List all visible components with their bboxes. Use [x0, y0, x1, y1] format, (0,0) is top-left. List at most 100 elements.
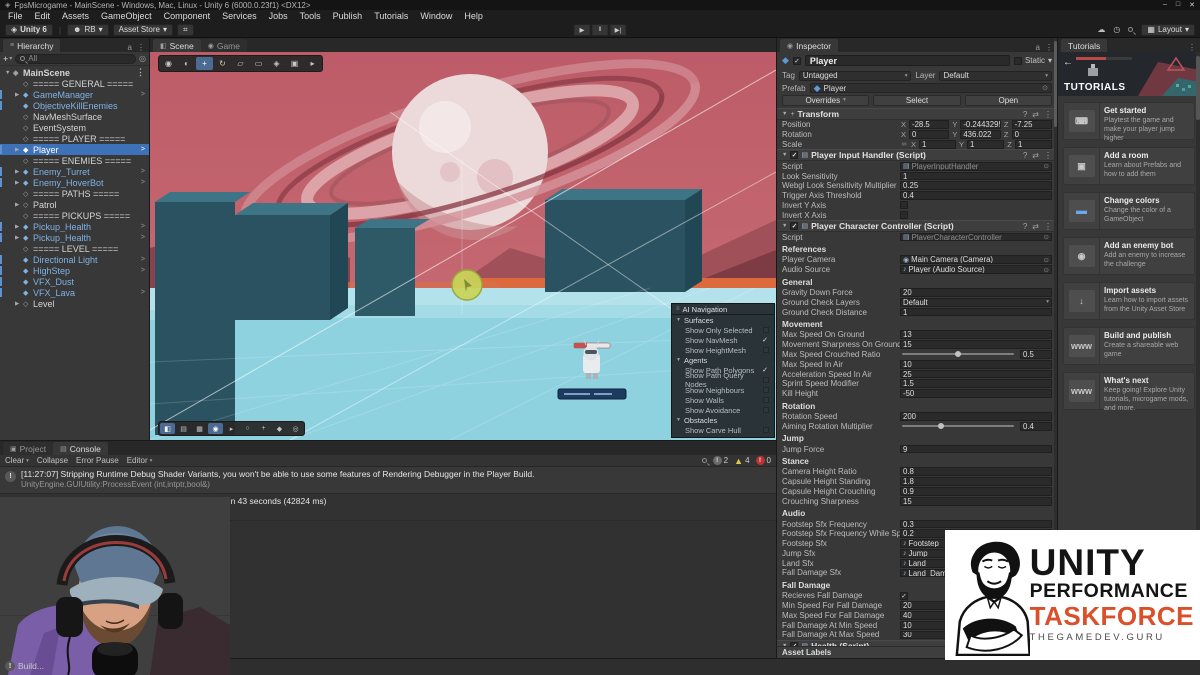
script-object-field[interactable]: ▤PlayerCharacterController⊙ [900, 233, 1052, 242]
prefab-object-field[interactable]: ◆ Player ⊙ [810, 83, 1052, 93]
view-tool-icon[interactable]: ◉ [160, 57, 177, 70]
slider-thumb[interactable] [955, 351, 961, 357]
prefab-chevron-icon[interactable]: > [141, 91, 149, 98]
checkbox-icon[interactable] [763, 427, 769, 433]
scene-visibility-icon[interactable]: ◎ [139, 54, 146, 63]
invert-y-axis-checkbox[interactable] [900, 201, 908, 209]
overlay-menu-tool-icon[interactable]: ◎ [288, 423, 303, 434]
position-z-field[interactable]: -7.25 [1012, 120, 1052, 129]
foldout-icon[interactable]: ▶ [15, 224, 23, 230]
object-picker-icon[interactable]: ⊙ [1044, 256, 1049, 264]
object-picker-icon[interactable]: ⊙ [1044, 233, 1049, 241]
footstep-sfx-frequency-input[interactable]: 0.3 [900, 520, 1052, 529]
webgl-look-sensitivity-multiplier-input[interactable]: 0.25 [900, 181, 1052, 190]
checkbox-icon[interactable] [763, 377, 769, 383]
foldout-icon[interactable]: ▶ [15, 301, 23, 307]
clear-button[interactable]: Clear▾ [5, 456, 29, 465]
hierarchy-item-patrol[interactable]: ▶◇Patrol [0, 199, 149, 210]
scale-y-field[interactable]: 1 [967, 140, 1004, 149]
nav-group-obstacles[interactable]: ▼Obstacles [672, 415, 774, 425]
layout-dropdown[interactable]: ▦ Layout ▾ [1141, 24, 1195, 36]
crouching-sharpness-input[interactable]: 15 [900, 497, 1052, 506]
overrides-button[interactable]: Overrides▾ [782, 95, 869, 106]
rotation-x-field[interactable]: 0 [909, 130, 949, 139]
nav-group-surfaces[interactable]: ▼Surfaces [672, 315, 774, 325]
alpha-sort-icon[interactable]: a [1036, 43, 1040, 52]
hierarchy-item-objectivekillenemies[interactable]: ◆ObjectiveKillEnemies [0, 100, 149, 111]
ground-check-layers-dropdown[interactable]: Default▾ [900, 298, 1052, 307]
presets-icon[interactable]: ⇄ [1032, 222, 1039, 231]
prefab-chevron-icon[interactable]: > [141, 223, 149, 230]
minimize-button[interactable]: – [1163, 1, 1167, 9]
nav-option-show-walls[interactable]: Show Walls [672, 395, 774, 405]
rotate-tool-icon[interactable]: ↻ [214, 57, 231, 70]
foldout-icon[interactable]: ▼ [676, 417, 681, 423]
hierarchy-item-directional-light[interactable]: ◆Directional Light> [0, 254, 149, 265]
nav-option-show-only-selected[interactable]: Show Only Selected [672, 325, 774, 335]
menu-help[interactable]: Help [458, 10, 489, 22]
menu-publish[interactable]: Publish [327, 10, 369, 22]
checkbox-icon[interactable] [763, 397, 769, 403]
link-scale-icon[interactable]: ∞ [900, 141, 908, 148]
status-message[interactable]: ! Build... [5, 661, 44, 671]
console-search-icon[interactable] [702, 458, 707, 463]
cloud-icon[interactable]: ☁ [1097, 25, 1105, 34]
rotation-y-field[interactable]: 436.022 [960, 130, 1000, 139]
alpha-sort-icon[interactable]: a [128, 43, 132, 52]
menu-assets[interactable]: Assets [56, 10, 95, 22]
capsule-height-crouching-input[interactable]: 0.9 [900, 487, 1052, 496]
tutorial-card-build-and-publish[interactable]: wwwBuild and publishCreate a shareable w… [1063, 327, 1195, 365]
maximize-button[interactable]: □ [1176, 1, 1180, 9]
hierarchy-item-player[interactable]: ▶◆Player> [0, 144, 149, 155]
hierarchy-item-enemy-turret[interactable]: ▶◆Enemy_Turret> [0, 166, 149, 177]
static-dropdown-icon[interactable]: ▾ [1048, 56, 1052, 65]
info-badge[interactable]: !2 [713, 456, 728, 465]
component-enabled-checkbox[interactable]: ✓ [790, 222, 798, 230]
error-badge[interactable]: !0 [756, 456, 771, 465]
menu-jobs[interactable]: Jobs [263, 10, 294, 22]
position-y-field[interactable]: -0.2443295 [960, 120, 1000, 129]
jump-force-input[interactable]: 9 [900, 445, 1052, 454]
nav-option-show-navmesh[interactable]: Show NavMesh✓ [672, 335, 774, 345]
component-enabled-checkbox[interactable]: ✓ [790, 642, 798, 646]
capsule-height-standing-input[interactable]: 1.8 [900, 477, 1052, 486]
checkbox-checked-icon[interactable]: ✓ [761, 336, 769, 344]
checkbox-icon[interactable] [763, 387, 769, 393]
prefab-chevron-icon[interactable]: > [141, 168, 149, 175]
hierarchy-item-gamemanager[interactable]: ▶◆GameManager> [0, 89, 149, 100]
error-pause-button[interactable]: Error Pause [76, 456, 119, 465]
hierarchy-item-navmeshsurface[interactable]: ◇NavMeshSurface [0, 111, 149, 122]
hierarchy-item-paths[interactable]: ◇===== PATHS ===== [0, 188, 149, 199]
help-icon[interactable]: ? [1023, 222, 1027, 231]
nav-option-show-carve-hull[interactable]: Show Carve Hull [672, 425, 774, 435]
help-icon[interactable]: ? [1023, 110, 1027, 119]
tutorial-card-change-colors[interactable]: ▬Change colorsChange the color of a Game… [1063, 192, 1195, 230]
aiming-rotation-multiplier-value-field[interactable]: 0.4 [1020, 422, 1052, 431]
gameobject-name-field[interactable]: Player [805, 55, 1010, 66]
ground-check-distance-input[interactable]: 1 [900, 308, 1052, 317]
add-gameobject-button[interactable]: +▾ [3, 54, 12, 64]
tag-dropdown[interactable]: Untagged▾ [799, 71, 912, 81]
foldout-icon[interactable]: ▶ [15, 180, 23, 186]
scale-z-field[interactable]: 1 [1015, 140, 1052, 149]
tab-game[interactable]: ◉Game [201, 39, 247, 52]
prefab-chevron-icon[interactable]: > [141, 289, 149, 296]
trigger-axis-threshold-input[interactable]: 0.4 [900, 191, 1052, 200]
foldout-icon[interactable]: ▼ [676, 357, 681, 363]
nav-overlay-title[interactable]: ≡AI Navigation [672, 304, 774, 315]
play-button[interactable]: ▶ [574, 24, 591, 36]
aiming-rotation-multiplier-slider[interactable] [902, 425, 1014, 427]
component-menu-icon[interactable]: ⋮ [1044, 222, 1052, 231]
orientation-tool-icon[interactable]: ◧ [160, 423, 175, 434]
static-checkbox[interactable] [1014, 57, 1022, 65]
foldout-icon[interactable]: ▼ [782, 152, 787, 158]
foldout-icon[interactable]: ▶ [15, 92, 23, 98]
active-checkbox[interactable]: ✓ [793, 57, 801, 65]
drag-handle-icon[interactable]: ≡ [676, 306, 680, 312]
hierarchy-scene-root[interactable]: ▼◈MainScene⋮ [0, 67, 149, 78]
shading-tool-icon[interactable]: ▦ [192, 423, 207, 434]
tutorial-card-add-an-enemy-bot[interactable]: ◉Add an enemy botAdd an enemy to increas… [1063, 237, 1195, 275]
script-object-field[interactable]: ▤PlayerInputHandler⊙ [900, 162, 1052, 171]
hierarchy-item-vfx-dust[interactable]: ◆VFX_Dust [0, 276, 149, 287]
component-enabled-checkbox[interactable]: ✓ [790, 151, 798, 159]
